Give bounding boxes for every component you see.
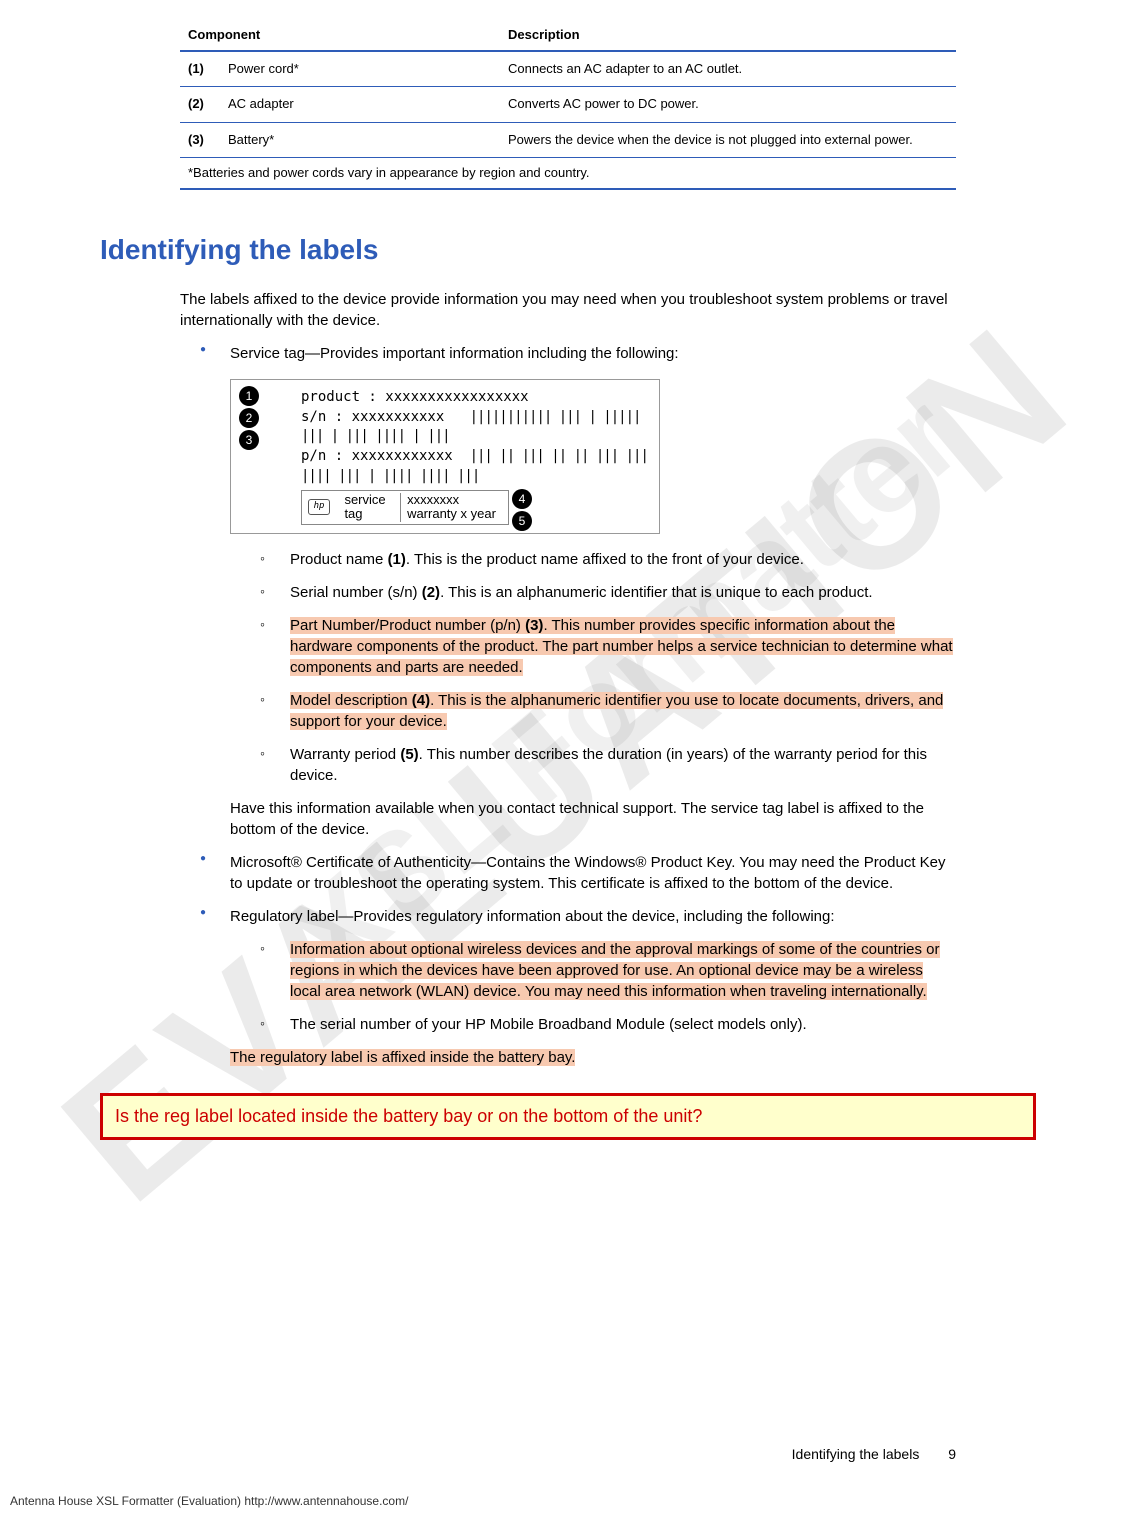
sub-hl: Model description (4). This is the alpha… [290,692,943,730]
sub-pre: Serial number (s/n) [290,584,422,601]
table-footnote: *Batteries and power cords vary in appea… [180,158,956,190]
table-row: (1) Power cord* Connects an AC adapter t… [180,51,956,87]
th-description: Description [500,20,956,51]
sub-hl: Part Number/Product number (p/n) (3). Th… [290,617,953,676]
service-tag-box: hp servicetag xxxxxxxx warranty x year 4… [301,490,509,525]
row-num: (1) [180,51,220,87]
diagram-sn: s/n : xxxxxxxxxxx [301,409,444,425]
sub-item: Model description (4). This is the alpha… [260,690,956,732]
sub-post: . This is an alphanumeric identifier tha… [440,584,872,601]
bullet-regulatory: Regulatory label—Provides regulatory inf… [200,906,956,1068]
row-desc: Converts AC power to DC power. [500,87,956,122]
hp-logo-icon: hp [308,499,330,515]
component-table: Component Description (1) Power cord* Co… [180,20,956,158]
reg-sub: The serial number of your HP Mobile Broa… [290,1016,807,1033]
callout-2: 2 [239,408,259,428]
callout-3: 3 [239,430,259,450]
sub-pre: Product name [290,551,388,568]
row-name: Battery* [220,122,500,157]
callout-4: 4 [512,489,532,509]
sub-bold: (4) [412,692,430,709]
sub-item: Part Number/Product number (p/n) (3). Th… [260,615,956,678]
row-num: (3) [180,122,220,157]
service-tag-note: Have this information available when you… [230,798,956,840]
service-tag-text: Service tag—Provides important informati… [230,345,679,362]
document-footer: Antenna House XSL Formatter (Evaluation)… [10,1493,408,1510]
sub-pre: Model description [290,692,412,709]
diagram-pn: p/n : xxxxxxxxxxxx [301,448,453,464]
row-name: AC adapter [220,87,500,122]
service-tag-diagram: 1 2 3 product : xxxxxxxxxxxxxxxxx s/n : … [230,379,660,534]
diagram-product: product : xxxxxxxxxxxxxxxxx [301,388,659,408]
sub-item: Warranty period (5). This number describ… [260,744,956,786]
diagram-model: xxxxxxxx [407,492,459,507]
page-footer: Identifying the labels 9 [792,1445,956,1465]
diagram-pn-line: p/n : xxxxxxxxxxxx ||| || ||| || || ||| … [301,447,659,486]
reg-sub-hl: Information about optional wireless devi… [290,941,940,1000]
sub-bold: (1) [388,551,406,568]
service-tag-label: servicetag [338,493,391,522]
section-heading: Identifying the labels [100,230,956,269]
sub-item: Serial number (s/n) (2). This is an alph… [260,582,956,603]
row-num: (2) [180,87,220,122]
callout-5: 5 [512,511,532,531]
sub-bold: (2) [422,584,440,601]
page-number: 9 [948,1446,956,1462]
diagram-warranty: warranty x year [407,506,496,521]
sub-pre: Warranty period [290,746,400,763]
sub-item: Information about optional wireless devi… [260,939,956,1002]
th-component: Component [180,20,500,51]
sub-bold: (5) [400,746,418,763]
row-desc: Connects an AC adapter to an AC outlet. [500,51,956,87]
sub-item: The serial number of your HP Mobile Broa… [260,1014,956,1035]
diagram-sn-line: s/n : xxxxxxxxxxx ||||||||||| ||| | ||||… [301,408,659,447]
table-row: (3) Battery* Powers the device when the … [180,122,956,157]
sub-item: Product name (1). This is the product na… [260,549,956,570]
regulatory-note: The regulatory label is affixed inside t… [230,1047,956,1068]
bullet-service-tag: Service tag—Provides important informati… [200,343,956,840]
callout-1: 1 [239,386,259,406]
footer-title: Identifying the labels [792,1446,920,1462]
regulatory-text: Regulatory label—Provides regulatory inf… [230,908,835,925]
intro-paragraph: The labels affixed to the device provide… [180,289,956,331]
row-name: Power cord* [220,51,500,87]
sub-post: . This is the product name affixed to th… [406,551,804,568]
bullet-coa: Microsoft® Certificate of Authenticity—C… [200,852,956,894]
row-desc: Powers the device when the device is not… [500,122,956,157]
table-row: (2) AC adapter Converts AC power to DC p… [180,87,956,122]
review-comment-box: Is the reg label located inside the batt… [100,1093,1036,1140]
model-warranty: xxxxxxxx warranty x year 4 5 [400,493,502,522]
sub-pre: Part Number/Product number (p/n) [290,617,525,634]
sub-bold: (3) [525,617,543,634]
